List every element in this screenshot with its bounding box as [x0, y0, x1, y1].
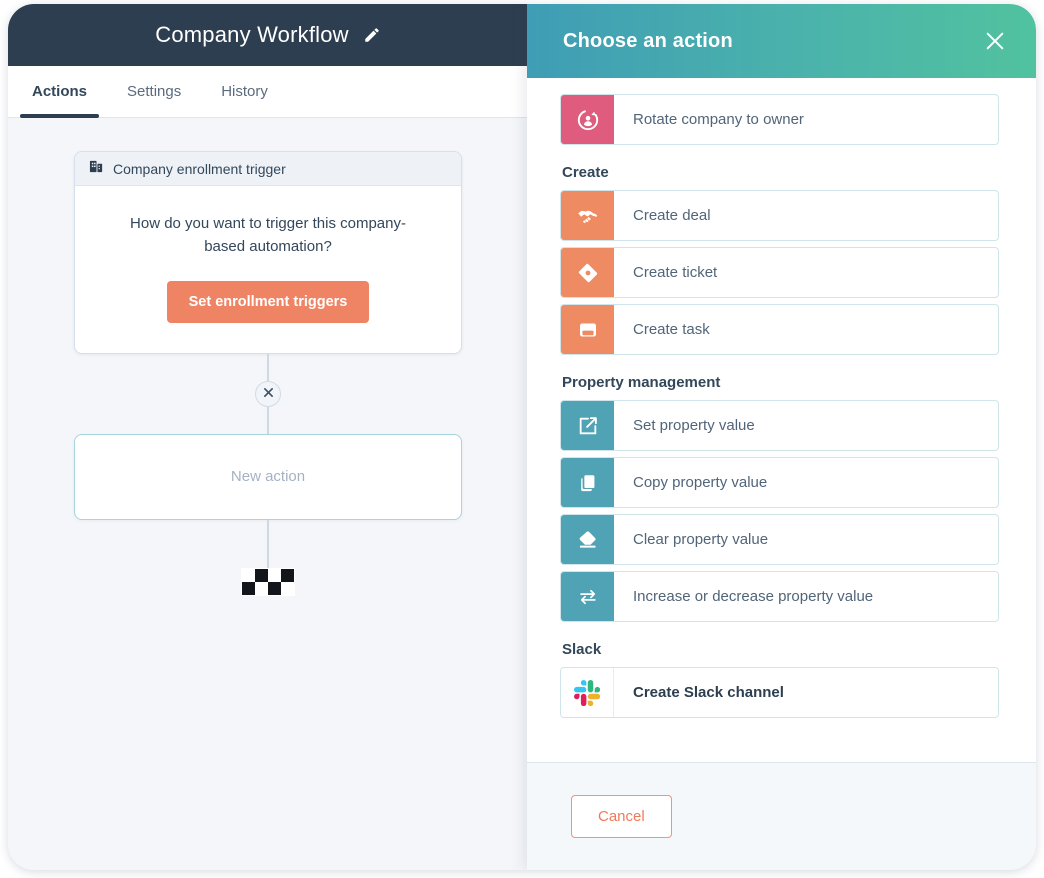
action-label: Create Slack channel: [614, 668, 784, 717]
tab-actions-label: Actions: [32, 83, 87, 100]
action-row[interactable]: Set property value: [560, 400, 999, 451]
panel-footer: Cancel: [527, 762, 1036, 870]
panel-action-list: Rotate company to owner Create: [527, 78, 1036, 762]
new-action-box[interactable]: New action: [74, 434, 462, 520]
workflow-topbar: Company Workflow: [8, 4, 528, 66]
handshake-icon: [561, 191, 614, 240]
checkered-flag-icon: [241, 568, 295, 596]
action-label: Increase or decrease property value: [614, 572, 873, 621]
workflow-flow: Company enrollment trigger How do you wa…: [8, 118, 528, 596]
action-label: Rotate company to owner: [614, 95, 804, 144]
action-label: Create ticket: [614, 248, 717, 297]
tab-history[interactable]: History: [201, 66, 288, 118]
choose-action-panel: Choose an action: [527, 4, 1036, 870]
remove-node-button[interactable]: [255, 381, 281, 407]
action-row[interactable]: Clear property value: [560, 514, 999, 565]
enrollment-trigger-card[interactable]: Company enrollment trigger How do you wa…: [74, 151, 462, 354]
enrollment-trigger-body: How do you want to trigger this company-…: [75, 186, 461, 353]
group-title-create: Create: [562, 164, 999, 181]
close-icon: [263, 385, 274, 403]
tab-actions[interactable]: Actions: [12, 66, 107, 118]
action-label: Set property value: [614, 401, 755, 450]
connector-line-middle: [267, 407, 269, 434]
action-label: Clear property value: [614, 515, 768, 564]
action-row[interactable]: Increase or decrease property value: [560, 571, 999, 622]
company-icon: [89, 159, 104, 179]
eraser-icon: [561, 515, 614, 564]
panel-title: Choose an action: [563, 30, 733, 53]
tab-settings[interactable]: Settings: [107, 66, 201, 118]
connector-line-top: [267, 354, 269, 381]
connector-line-bottom: [267, 520, 269, 568]
copy-icon: [561, 458, 614, 507]
action-row[interactable]: Rotate company to owner: [560, 94, 999, 145]
edit-square-icon: [561, 401, 614, 450]
workflow-tabs: Actions Settings History: [8, 66, 528, 118]
workflow-app: Company Workflow Actions Settings Histor…: [8, 4, 528, 870]
slack-icon: [561, 668, 614, 717]
tab-history-label: History: [221, 83, 268, 100]
workflow-title: Company Workflow: [155, 22, 349, 48]
pencil-icon[interactable]: [363, 26, 381, 44]
new-action-label: New action: [231, 468, 305, 485]
action-row[interactable]: Create ticket: [560, 247, 999, 298]
ticket-icon: [561, 248, 614, 297]
panel-header: Choose an action: [527, 4, 1036, 78]
cancel-button[interactable]: Cancel: [571, 795, 672, 838]
action-label: Create task: [614, 305, 710, 354]
enrollment-trigger-header: Company enrollment trigger: [75, 152, 461, 186]
enrollment-trigger-question: How do you want to trigger this company-…: [117, 212, 419, 259]
action-row[interactable]: Copy property value: [560, 457, 999, 508]
group-title-property-management: Property management: [562, 374, 999, 391]
action-row[interactable]: Create task: [560, 304, 999, 355]
rotate-owner-icon: [561, 95, 614, 144]
task-icon: [561, 305, 614, 354]
swap-arrows-icon: [561, 572, 614, 621]
panel-close-button[interactable]: [978, 24, 1012, 58]
app-window: Company Workflow Actions Settings Histor…: [8, 4, 1036, 870]
action-label: Copy property value: [614, 458, 767, 507]
group-title-slack: Slack: [562, 641, 999, 658]
tab-settings-label: Settings: [127, 83, 181, 100]
set-enrollment-triggers-button[interactable]: Set enrollment triggers: [167, 281, 370, 323]
action-row[interactable]: Create deal: [560, 190, 999, 241]
action-label: Create deal: [614, 191, 711, 240]
workflow-canvas: Company enrollment trigger How do you wa…: [8, 118, 528, 870]
enrollment-trigger-title: Company enrollment trigger: [113, 161, 286, 177]
action-row[interactable]: Create Slack channel: [560, 667, 999, 718]
screenshot-root: Company Workflow Actions Settings Histor…: [0, 0, 1044, 878]
